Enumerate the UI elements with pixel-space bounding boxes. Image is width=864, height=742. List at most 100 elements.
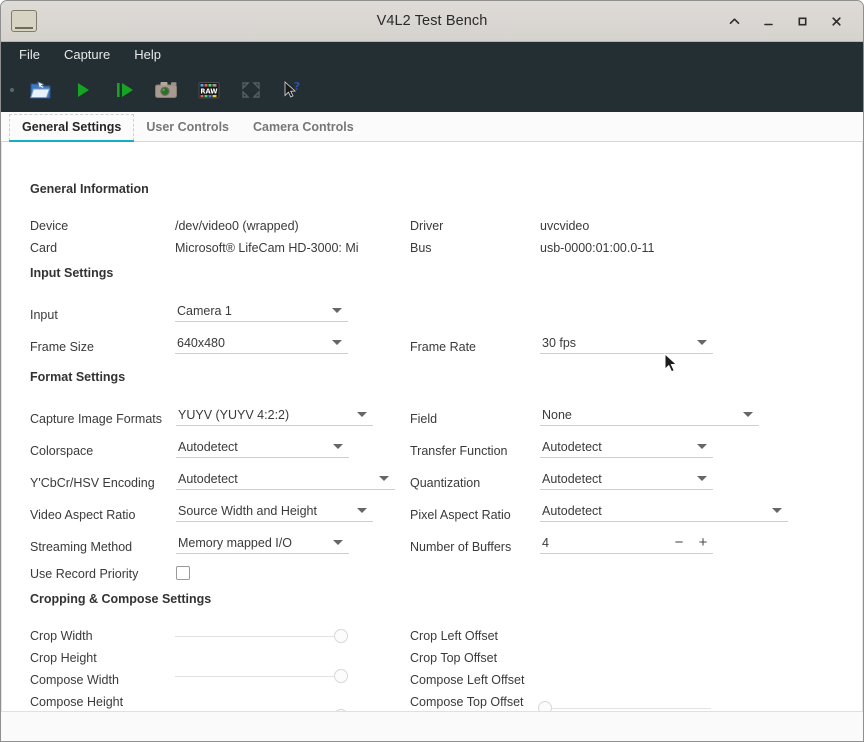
label-crop-height: Crop Height xyxy=(30,651,97,665)
label-capture-image-formats: Capture Image Formats xyxy=(30,412,162,426)
field-value: None xyxy=(540,408,572,422)
label-transfer-function: Transfer Function xyxy=(410,444,508,458)
maximize-window-button[interactable] xyxy=(785,6,819,36)
tool-bar: RAW ? xyxy=(1,68,863,112)
step-play-icon[interactable] xyxy=(107,73,143,107)
chevron-down-icon xyxy=(332,340,342,345)
label-device: Device xyxy=(30,219,68,233)
play-icon[interactable] xyxy=(65,73,101,107)
quantization-combobox[interactable]: Autodetect xyxy=(540,468,713,490)
ycbcr-hsv-encoding-combobox[interactable]: Autodetect xyxy=(176,468,395,490)
streaming-method-value: Memory mapped I/O xyxy=(176,536,292,550)
crop-height-slider[interactable] xyxy=(175,667,348,685)
input-combobox[interactable]: Camera 1 xyxy=(175,300,348,322)
minimize-window-button[interactable] xyxy=(751,6,785,36)
slider-track xyxy=(538,708,711,709)
label-streaming-method: Streaming Method xyxy=(30,540,132,554)
crop-left-offset-slider[interactable] xyxy=(538,699,711,711)
section-title-format-settings: Format Settings xyxy=(30,370,125,384)
transfer-function-value: Autodetect xyxy=(540,440,602,454)
label-compose-top-offset: Compose Top Offset xyxy=(410,695,524,709)
ycbcr-hsv-encoding-value: Autodetect xyxy=(176,472,238,486)
streaming-method-combobox[interactable]: Memory mapped I/O xyxy=(176,532,349,554)
label-input: Input xyxy=(30,308,58,322)
chevron-down-icon xyxy=(357,412,367,417)
use-record-priority-checkbox[interactable] xyxy=(176,566,190,580)
fullscreen-icon xyxy=(233,73,269,107)
frame-size-combobox[interactable]: 640x480 xyxy=(175,332,348,354)
display-icon xyxy=(11,10,37,32)
frame-rate-combobox[interactable]: 30 fps xyxy=(540,332,713,354)
label-number-of-buffers: Number of Buffers xyxy=(410,540,511,554)
input-combobox-value: Camera 1 xyxy=(175,304,232,318)
application-window: V4L2 Test Bench File Capture Help xyxy=(0,0,864,742)
svg-text:?: ? xyxy=(294,80,300,93)
slider-handle[interactable] xyxy=(334,629,348,643)
frame-size-combobox-value: 640x480 xyxy=(175,336,225,350)
label-compose-height: Compose Height xyxy=(30,695,123,709)
raw-icon[interactable]: RAW xyxy=(191,73,227,107)
label-crop-left-offset: Crop Left Offset xyxy=(410,629,498,643)
label-driver: Driver xyxy=(410,219,443,233)
tab-camera-controls[interactable]: Camera Controls xyxy=(241,115,366,141)
capture-image-formats-value: YUYV (YUYV 4:2:2) xyxy=(176,408,289,422)
label-crop-top-offset: Crop Top Offset xyxy=(410,651,497,665)
colorspace-combobox[interactable]: Autodetect xyxy=(176,436,349,458)
frame-rate-combobox-value: 30 fps xyxy=(540,336,576,350)
tab-user-controls[interactable]: User Controls xyxy=(134,115,241,141)
toolbar-drag-handle[interactable] xyxy=(7,68,17,112)
chevron-down-icon xyxy=(697,444,707,449)
chevron-down-icon xyxy=(357,508,367,513)
decrement-button[interactable]: − xyxy=(673,535,685,550)
video-aspect-ratio-combobox[interactable]: Source Width and Height xyxy=(176,500,373,522)
menu-and-toolbar: File Capture Help xyxy=(1,42,863,112)
label-video-aspect-ratio: Video Aspect Ratio xyxy=(30,508,135,522)
label-field: Field xyxy=(410,412,437,426)
section-title-input-settings: Input Settings xyxy=(30,266,113,280)
menu-capture[interactable]: Capture xyxy=(52,44,122,66)
label-use-record-priority: Use Record Priority xyxy=(30,567,138,581)
section-title-general-information: General Information xyxy=(30,182,149,196)
value-card: Microsoft® LifeCam HD-3000: Mi xyxy=(175,241,359,255)
close-window-button[interactable] xyxy=(819,6,853,36)
label-pixel-aspect-ratio: Pixel Aspect Ratio xyxy=(410,508,511,522)
video-aspect-ratio-value: Source Width and Height xyxy=(176,504,317,518)
camera-icon[interactable] xyxy=(149,73,185,107)
value-device: /dev/video0 (wrapped) xyxy=(175,219,299,233)
chevron-down-icon xyxy=(772,508,782,513)
label-crop-width: Crop Width xyxy=(30,629,93,643)
capture-image-formats-combobox[interactable]: YUYV (YUYV 4:2:2) xyxy=(176,404,373,426)
number-of-buffers-spinbox[interactable]: 4 − + xyxy=(540,532,713,554)
label-ycbcr-hsv-encoding: Y'CbCr/HSV Encoding xyxy=(30,476,155,490)
tab-general-settings[interactable]: General Settings xyxy=(9,114,134,141)
slider-handle[interactable] xyxy=(334,669,348,683)
menu-help[interactable]: Help xyxy=(122,44,173,66)
shade-window-button[interactable] xyxy=(717,6,751,36)
crop-width-slider[interactable] xyxy=(175,627,348,645)
svg-text:RAW: RAW xyxy=(200,88,218,96)
value-bus: usb-0000:01:00.0-11 xyxy=(540,241,654,255)
spinbox-buttons: − + xyxy=(673,535,713,550)
chevron-down-icon xyxy=(333,540,343,545)
label-quantization: Quantization xyxy=(410,476,480,490)
label-card: Card xyxy=(30,241,57,255)
open-folder-icon[interactable] xyxy=(23,73,59,107)
pixel-aspect-ratio-value: Autodetect xyxy=(540,504,602,518)
window-controls xyxy=(717,6,863,36)
label-bus: Bus xyxy=(410,241,432,255)
increment-button[interactable]: + xyxy=(697,535,709,550)
slider-track xyxy=(175,676,348,677)
status-bar xyxy=(1,711,863,742)
label-frame-rate: Frame Rate xyxy=(410,340,476,354)
label-colorspace: Colorspace xyxy=(30,444,93,458)
label-compose-width: Compose Width xyxy=(30,673,119,687)
transfer-function-combobox[interactable]: Autodetect xyxy=(540,436,713,458)
chevron-down-icon xyxy=(697,476,707,481)
menu-file[interactable]: File xyxy=(11,44,52,66)
pixel-aspect-ratio-combobox[interactable]: Autodetect xyxy=(540,500,788,522)
label-compose-left-offset: Compose Left Offset xyxy=(410,673,524,687)
chevron-down-icon xyxy=(333,444,343,449)
slider-handle[interactable] xyxy=(538,701,552,711)
whats-this-icon[interactable]: ? xyxy=(275,73,311,107)
field-combobox[interactable]: None xyxy=(540,404,759,426)
